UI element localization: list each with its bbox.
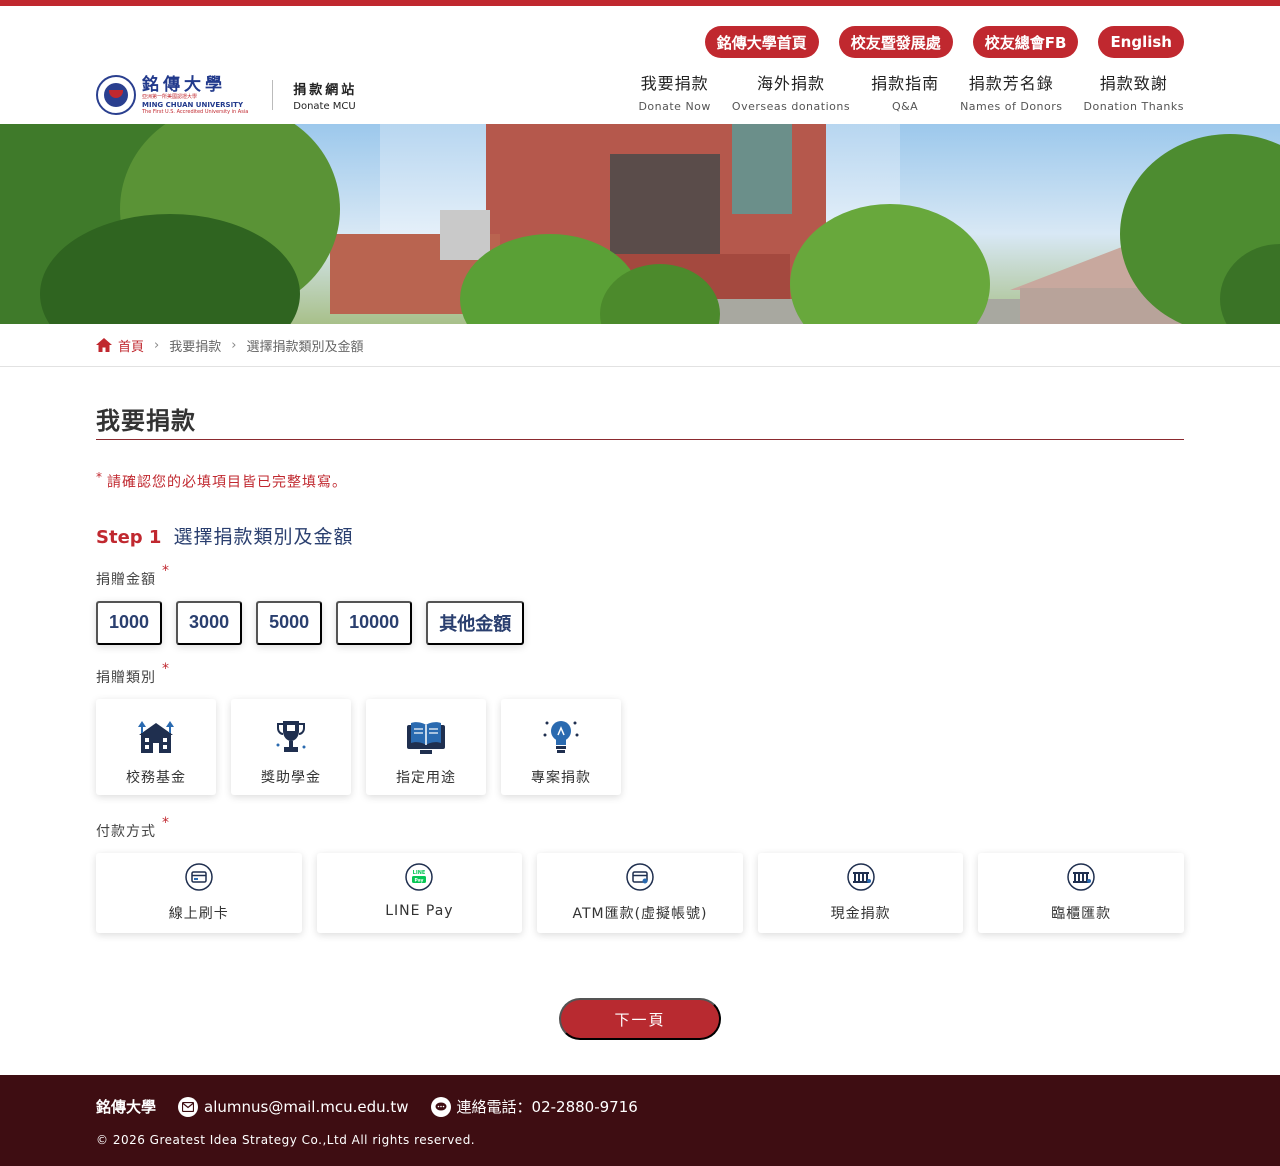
category-project[interactable]: 專案捐款: [501, 698, 621, 795]
breadcrumb-home-label: 首頁: [118, 339, 145, 355]
trophy-icon: [276, 720, 306, 752]
nav-donors[interactable]: 捐款芳名錄 Names of Donors: [960, 70, 1062, 113]
step-title: 選擇捐款類別及金額: [173, 525, 354, 548]
nav-thanks[interactable]: 捐款致謝 Donation Thanks: [1084, 70, 1184, 113]
logo-subtitle-cn: 亞洲第一所美國認證大學: [142, 93, 198, 100]
category-label-text: 指定用途: [396, 769, 456, 786]
page-title: 我要捐款: [96, 407, 196, 435]
category-label-text: 專案捐款: [531, 769, 591, 786]
payment-label: 付款方式 *: [96, 814, 170, 840]
step-heading: Step 1 選擇捐款類別及金額: [96, 522, 1184, 549]
credit-card-icon: [185, 862, 213, 891]
category-school-fund[interactable]: 校務基金: [96, 698, 216, 795]
site-header: 銘傳大學 亞洲第一所美國認證大學 MING CHUAN UNIVERSITY T…: [0, 6, 1280, 124]
amount-3000[interactable]: 3000: [176, 600, 243, 645]
nav-donate-now[interactable]: 我要捐款 Donate Now: [638, 70, 710, 113]
mail-icon: [178, 1096, 199, 1117]
donation-form: 我要捐款 * 請確認您的必填項目皆已完整填寫。 Step 1 選擇捐款類別及金額 …: [96, 367, 1184, 933]
amount-5000[interactable]: 5000: [256, 600, 323, 645]
footer-phone: 連絡電話：02-2880-9716: [430, 1096, 638, 1117]
breadcrumb: 首頁 › 我要捐款 › 選擇捐款類別及金額: [0, 324, 1280, 367]
university-logo[interactable]: 銘傳大學 亞洲第一所美國認證大學 MING CHUAN UNIVERSITY T…: [96, 70, 357, 120]
payment-atm[interactable]: ATM匯款(虛擬帳號): [537, 852, 743, 933]
breadcrumb-current: 選擇捐款類別及金額: [246, 339, 364, 355]
breadcrumb-home[interactable]: 首頁: [96, 336, 144, 355]
payment-counter[interactable]: 臨櫃匯款: [978, 852, 1184, 933]
nav-overseas[interactable]: 海外捐款 Overseas donations: [732, 70, 850, 113]
line-pay-icon: LINE Pay: [405, 862, 434, 891]
payment-line-pay[interactable]: LINE Pay LINE Pay: [316, 852, 523, 933]
logo-divider: [272, 80, 274, 110]
link-alumni-office[interactable]: 校友暨發展處: [838, 26, 953, 58]
bank-icon: [846, 862, 875, 891]
amount-options: 1000 3000 5000 10000 其他金額: [96, 600, 1184, 645]
chevron-right-icon: ›: [154, 337, 160, 353]
footer-copyright: © 2026 Greatest Idea Strategy Co.,Ltd Al…: [96, 1133, 476, 1147]
category-designated[interactable]: 指定用途: [366, 698, 486, 795]
bank-counter-icon: [1067, 862, 1095, 891]
university-seal-icon: [96, 75, 136, 115]
category-label-text: 校務基金: [126, 769, 186, 786]
payment-label-text: ATM匯款(虛擬帳號): [572, 905, 708, 922]
chat-bubble-icon: [430, 1096, 451, 1117]
link-alumni-fb[interactable]: 校友總會FB: [972, 26, 1079, 58]
category-label-text: 獎助學金: [261, 769, 321, 786]
footer-phone-text: 連絡電話：02-2880-9716: [456, 1098, 638, 1116]
site-name-en: Donate MCU: [293, 100, 356, 112]
svg-text:Pay: Pay: [415, 877, 424, 883]
amount-10000[interactable]: 10000: [336, 600, 413, 645]
step-number: Step 1: [96, 526, 162, 548]
link-mcu-home[interactable]: 銘傳大學首頁: [704, 26, 819, 58]
footer-university-name: 銘傳大學: [96, 1098, 157, 1116]
link-english[interactable]: English: [1098, 26, 1184, 58]
logo-tagline-en: The First U.S. Accredited University in …: [142, 108, 249, 115]
book-icon: [407, 721, 445, 754]
footer-email-text: alumnus@mail.mcu.edu.tw: [204, 1097, 409, 1116]
category-scholarship[interactable]: 獎助學金: [231, 698, 351, 795]
payment-label-text: 臨櫃匯款: [1051, 905, 1112, 922]
category-options: 校務基金 獎助學金 指定用途 專案捐款: [96, 698, 1184, 795]
chevron-right-icon: ›: [231, 337, 237, 353]
payment-label-text: 線上刷卡: [168, 905, 229, 922]
logo-name-cn: 銘傳大學: [142, 74, 226, 95]
payment-label-text: 現金捐款: [830, 905, 891, 922]
hero-campus-image: [0, 124, 1280, 324]
main-nav: 我要捐款 Donate Now 海外捐款 Overseas donations …: [638, 70, 1184, 113]
breadcrumb-donate[interactable]: 我要捐款: [169, 336, 221, 355]
amount-other[interactable]: 其他金額: [426, 600, 525, 645]
footer-email[interactable]: alumnus@mail.mcu.edu.tw: [178, 1096, 409, 1117]
category-label: 捐贈類別 *: [96, 660, 170, 686]
payment-cash[interactable]: 現金捐款: [757, 852, 964, 933]
atm-card-icon: [626, 862, 654, 891]
required-notice: * 請確認您的必填項目皆已完整填寫。: [96, 470, 347, 491]
payment-label-text: LINE Pay: [385, 902, 454, 919]
next-page-button[interactable]: 下一頁: [559, 998, 721, 1040]
home-icon: [96, 338, 112, 352]
lightbulb-icon: [543, 720, 579, 753]
nav-guide[interactable]: 捐款指南 Q&A: [871, 70, 939, 113]
quick-links: 銘傳大學首頁 校友暨發展處 校友總會FB English: [704, 26, 1184, 58]
payment-options: 線上刷卡 LINE Pay LINE Pay ATM匯款(虛擬帳號) 現金捐款 …: [96, 852, 1184, 933]
school-building-icon: [138, 720, 174, 753]
svg-text:LINE: LINE: [413, 870, 426, 876]
logo-name-en: MING CHUAN UNIVERSITY: [142, 100, 244, 109]
site-footer: 銘傳大學 alumnus@mail.mcu.edu.tw 連絡電話：02-288…: [0, 1075, 1280, 1166]
site-name-cn: 捐款網站: [293, 82, 358, 98]
amount-label: 捐贈金額 *: [96, 562, 170, 588]
payment-credit-card[interactable]: 線上刷卡: [96, 852, 302, 933]
title-divider: [96, 439, 1184, 440]
amount-1000[interactable]: 1000: [96, 600, 163, 645]
